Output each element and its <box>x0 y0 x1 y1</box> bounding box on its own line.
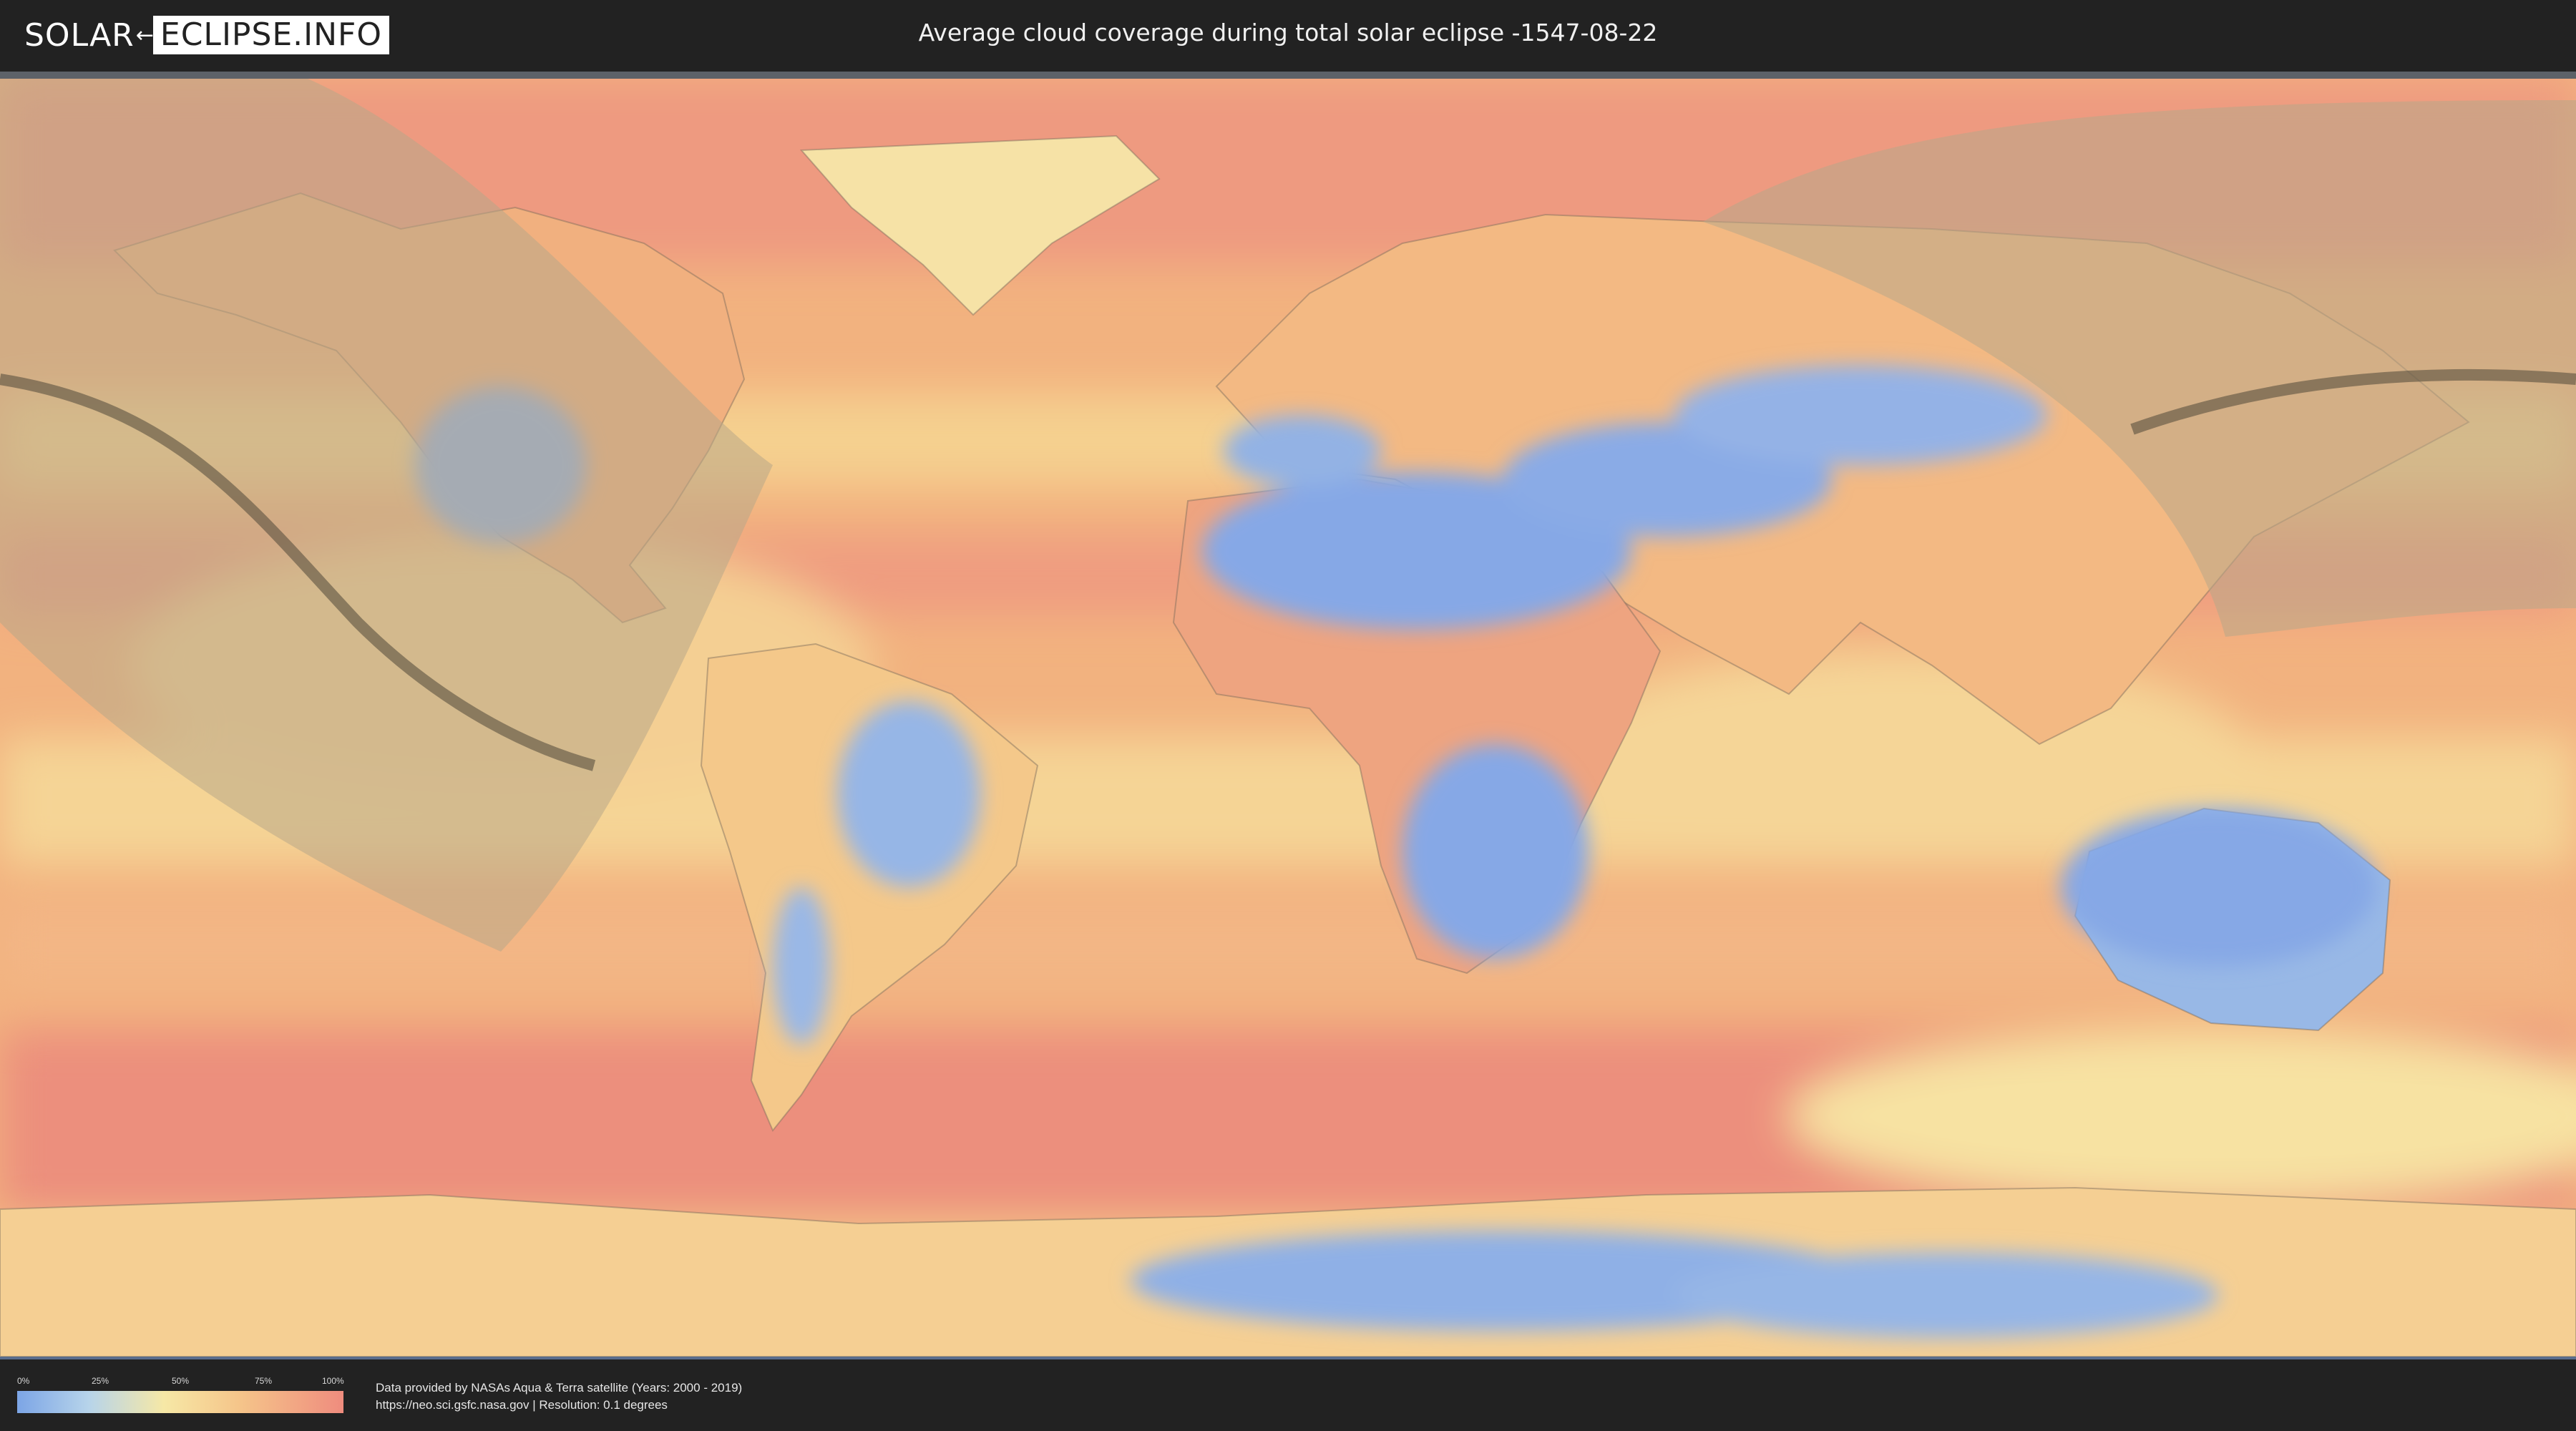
legend-tick-75: 75% <box>255 1376 273 1386</box>
legend-tick-labels: 0% 25% 50% 75% 100% <box>17 1376 344 1386</box>
legend-tick-25: 25% <box>92 1376 109 1386</box>
legend-tick-100: 100% <box>322 1376 344 1386</box>
data-credits: Data provided by NASAs Aqua & Terra sate… <box>376 1379 742 1414</box>
credits-line-url[interactable]: https://neo.sci.gsfc.nasa.gov | Resoluti… <box>376 1397 742 1414</box>
credits-line-source: Data provided by NASAs Aqua & Terra sate… <box>376 1381 743 1395</box>
page-title: Average cloud coverage during total sola… <box>918 19 1658 47</box>
legend-tick-50: 50% <box>172 1376 190 1386</box>
cloud-coverage-map[interactable] <box>0 72 2576 1359</box>
map-svg <box>0 79 2576 1357</box>
legend-tick-0: 0% <box>17 1376 30 1386</box>
legend-color-bar <box>17 1391 343 1413</box>
header-bar: SOLAR ← ECLIPSE.INFO Average cloud cover… <box>0 0 2576 72</box>
